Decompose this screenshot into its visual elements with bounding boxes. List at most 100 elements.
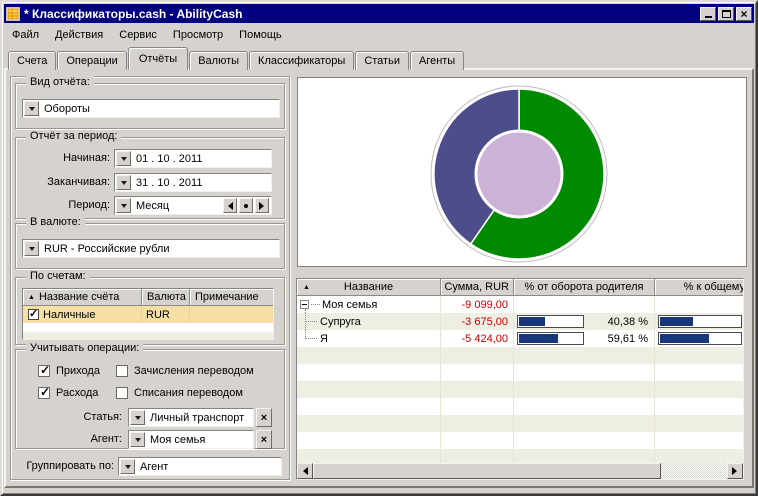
start-date-combo[interactable]: 01 . 10 . 2011 (114, 149, 272, 168)
report-table-panel: ▲ Название Сумма, RUR % от оборота родит… (296, 278, 744, 480)
agent-clear-button[interactable]: × (256, 430, 272, 449)
row-name: Супруга (320, 316, 361, 328)
dropdown-arrow-icon[interactable] (130, 410, 145, 425)
next-period-button[interactable] (255, 198, 269, 213)
close-icon: × (740, 9, 747, 19)
dropdown-arrow-icon[interactable] (130, 432, 145, 447)
menu-help[interactable]: Помощь (231, 27, 290, 43)
pct-parent-bar (517, 332, 584, 345)
report-row-child[interactable]: Я -5 424,00 59,61 % (297, 330, 743, 347)
horizontal-scrollbar[interactable] (297, 463, 743, 479)
scroll-right-icon (732, 467, 741, 475)
col-name[interactable]: ▲ Название (297, 279, 441, 296)
current-period-button[interactable] (239, 198, 253, 213)
row-name: Моя семья (322, 299, 377, 311)
transfer-in-checkbox[interactable] (116, 365, 128, 377)
period-step-combo[interactable]: Месяц (114, 196, 272, 215)
start-date-label: Начиная: (18, 149, 110, 168)
account-checkbox[interactable] (28, 309, 39, 320)
scroll-left-icon (299, 467, 308, 475)
article-value: Личный транспорт (146, 412, 244, 424)
expense-checkbox-label: Расхода (56, 386, 98, 400)
clear-x-icon: × (261, 412, 267, 424)
tab-agents[interactable]: Агенты (410, 51, 464, 70)
scrollbar-track[interactable] (661, 463, 727, 479)
pie-chart (298, 78, 746, 266)
scroll-left-button[interactable] (297, 463, 313, 479)
current-icon (244, 204, 248, 208)
tab-accounts[interactable]: Счета (8, 51, 56, 70)
accounts-col-note[interactable]: Примечание (190, 289, 273, 306)
end-date-label: Заканчивая: (18, 173, 110, 192)
row-sum: -5 424,00 (441, 330, 514, 347)
sort-asc-icon: ▲ (28, 294, 35, 301)
tree-branch (305, 330, 317, 339)
menu-service[interactable]: Сервис (111, 27, 165, 43)
tree-line (305, 313, 306, 330)
period-group: Отчёт за период: Начиная: 01 . 10 . 2011… (15, 137, 285, 219)
article-clear-button[interactable]: × (256, 408, 272, 427)
maximize-button[interactable] (718, 7, 734, 21)
currency-value: RUR - Российские рубли (40, 243, 170, 255)
menu-actions[interactable]: Действия (47, 27, 111, 43)
accounts-col-currency[interactable]: Валюта (142, 289, 190, 306)
agent-combo[interactable]: Моя семья (128, 430, 254, 449)
transfer-out-checkbox[interactable] (116, 387, 128, 399)
col-sum[interactable]: Сумма, RUR (441, 279, 514, 296)
tab-currencies[interactable]: Валюты (189, 51, 248, 70)
accounts-table-header: ▲Название счёта Валюта Примечание (23, 289, 273, 306)
tab-operations[interactable]: Операции (57, 51, 126, 70)
collapse-minus-icon[interactable] (300, 300, 309, 309)
period-step-value: Месяц (132, 200, 169, 212)
period-step-label: Период: (18, 196, 110, 215)
menu-file[interactable]: Файл (4, 27, 47, 43)
end-date-combo[interactable]: 31 . 10 . 2011 (114, 173, 272, 192)
currency-combo[interactable]: RUR - Российские рубли (22, 239, 280, 258)
minimize-button[interactable] (700, 7, 716, 21)
menu-view[interactable]: Просмотр (165, 27, 231, 43)
account-name: Наличные (43, 309, 95, 321)
row-sum: -3 675,00 (441, 313, 514, 330)
dropdown-arrow-icon[interactable] (116, 198, 131, 213)
expense-checkbox[interactable] (38, 387, 50, 399)
dropdown-arrow-icon[interactable] (120, 459, 135, 474)
pct-parent-value: 59,61 % (584, 333, 654, 345)
dropdown-arrow-icon[interactable] (24, 241, 39, 256)
accounts-col-name[interactable]: ▲Название счёта (23, 289, 142, 306)
income-checkbox[interactable] (38, 365, 50, 377)
col-pct-parent[interactable]: % от оборота родителя (514, 279, 655, 296)
clear-x-icon: × (261, 434, 267, 446)
dropdown-arrow-icon[interactable] (24, 101, 39, 116)
tab-classifiers[interactable]: Классификаторы (249, 51, 354, 70)
empty-row (297, 381, 743, 398)
minimize-icon (705, 16, 712, 18)
accounts-table: ▲Название счёта Валюта Примечание Наличн… (22, 288, 274, 340)
report-type-group: Вид отчёта: Обороты (15, 83, 285, 129)
scrollbar-thumb[interactable] (313, 463, 661, 479)
maximize-icon (722, 10, 731, 18)
close-button[interactable]: × (736, 7, 752, 21)
prev-period-button[interactable] (223, 198, 237, 213)
pct-parent-bar (517, 315, 584, 328)
tab-articles[interactable]: Статьи (355, 51, 409, 70)
sort-asc-icon: ▲ (303, 284, 310, 291)
row-name: Я (320, 333, 328, 345)
start-date-value: 01 . 10 . 2011 (132, 153, 202, 165)
dropdown-arrow-icon[interactable] (116, 175, 131, 190)
tab-reports[interactable]: Отчёты (128, 47, 188, 70)
account-row[interactable]: Наличные RUR (23, 306, 273, 323)
currency-label: В валюте: (26, 216, 85, 228)
report-type-combo[interactable]: Обороты (22, 99, 280, 118)
dropdown-arrow-icon[interactable] (116, 151, 131, 166)
report-row-child[interactable]: Супруга -3 675,00 40,38 % (297, 313, 743, 330)
group-by-combo[interactable]: Агент (118, 457, 282, 476)
article-combo[interactable]: Личный транспорт (128, 408, 254, 427)
col-pct-total[interactable]: % к общему (655, 279, 744, 296)
income-checkbox-label: Прихода (56, 364, 100, 378)
transfer-in-checkbox-label: Зачисления переводом (134, 364, 254, 378)
pct-parent-value: 40,38 % (584, 316, 654, 328)
report-row-parent[interactable]: Моя семья -9 099,00 (297, 296, 743, 313)
scroll-right-button[interactable] (727, 463, 743, 479)
report-type-value: Обороты (40, 103, 90, 115)
end-date-value: 31 . 10 . 2011 (132, 177, 202, 189)
